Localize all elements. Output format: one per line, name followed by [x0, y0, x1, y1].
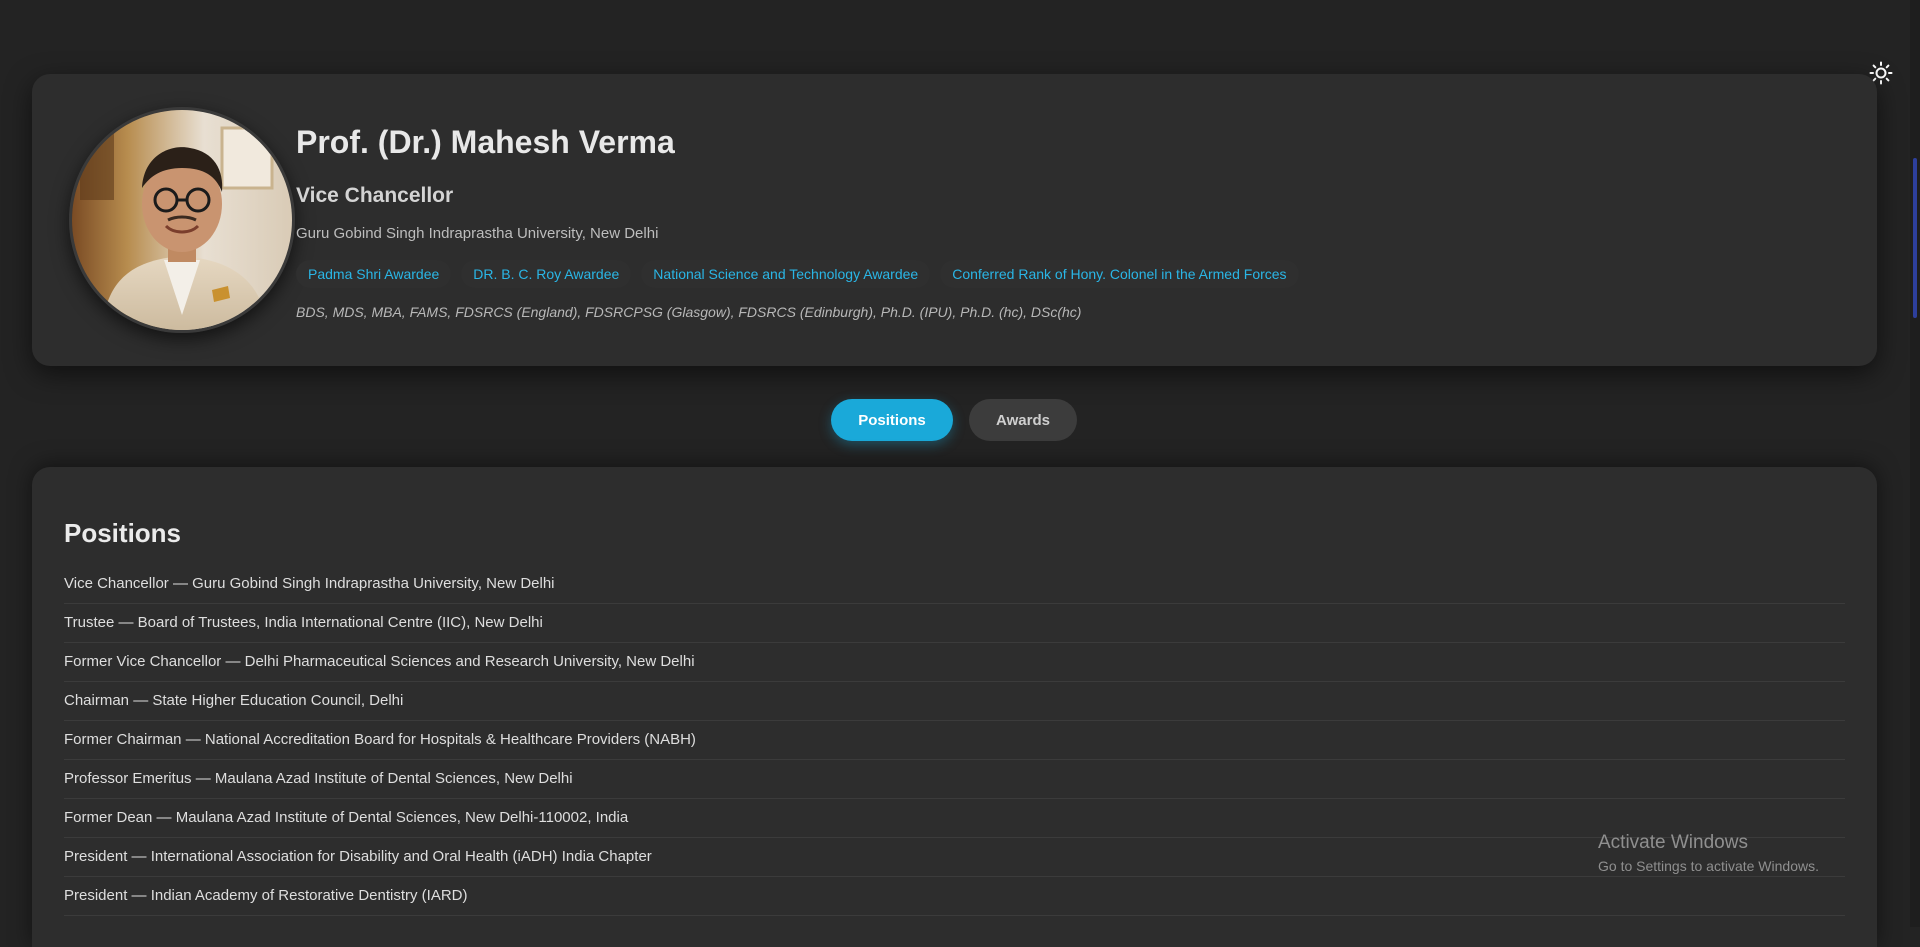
badge-list: Padma Shri Awardee DR. B. C. Roy Awardee…	[296, 260, 1299, 288]
list-item: Vice Chancellor — Guru Gobind Singh Indr…	[64, 565, 1845, 604]
watermark-subtitle: Go to Settings to activate Windows.	[1598, 858, 1819, 874]
windows-activation-watermark: Activate Windows Go to Settings to activ…	[1598, 832, 1819, 874]
list-item: Chairman — State Higher Education Counci…	[64, 682, 1845, 721]
profile-name: Prof. (Dr.) Mahesh Verma	[296, 124, 675, 160]
list-item: Former Dean — Maulana Azad Institute of …	[64, 799, 1845, 838]
list-item: Former Vice Chancellor — Delhi Pharmaceu…	[64, 643, 1845, 682]
badge-hony-colonel[interactable]: Conferred Rank of Hony. Colonel in the A…	[940, 260, 1299, 288]
tab-awards[interactable]: Awards	[969, 399, 1077, 441]
profile-university: Guru Gobind Singh Indraprastha Universit…	[296, 225, 659, 242]
badge-science-technology[interactable]: National Science and Technology Awardee	[641, 260, 931, 288]
list-item: Professor Emeritus — Maulana Azad Instit…	[64, 760, 1845, 799]
tab-bar: Positions Awards	[831, 399, 1077, 441]
tab-positions[interactable]: Positions	[831, 399, 953, 441]
list-item: President — Indian Academy of Restorativ…	[64, 877, 1845, 916]
list-item: Former Chairman — National Accreditation…	[64, 721, 1845, 760]
list-item: President — International Association fo…	[64, 838, 1845, 877]
profile-role: Vice Chancellor	[296, 184, 454, 207]
badge-padma-shri[interactable]: Padma Shri Awardee	[296, 260, 452, 288]
positions-list: Vice Chancellor — Guru Gobind Singh Indr…	[64, 565, 1845, 916]
section-title: Positions	[64, 518, 182, 548]
scrollbar-thumb[interactable]	[1913, 158, 1917, 318]
scrollbar-track[interactable]	[1910, 0, 1920, 927]
profile-degrees: BDS, MDS, MBA, FAMS, FDSRCS (England), F…	[296, 304, 1082, 320]
watermark-title: Activate Windows	[1598, 832, 1748, 853]
profile-photo	[69, 107, 295, 333]
badge-bc-roy[interactable]: DR. B. C. Roy Awardee	[461, 260, 632, 288]
profile-card: Prof. (Dr.) Mahesh Verma Vice Chancellor…	[32, 74, 1877, 366]
list-item: Trustee — Board of Trustees, India Inter…	[64, 604, 1845, 643]
